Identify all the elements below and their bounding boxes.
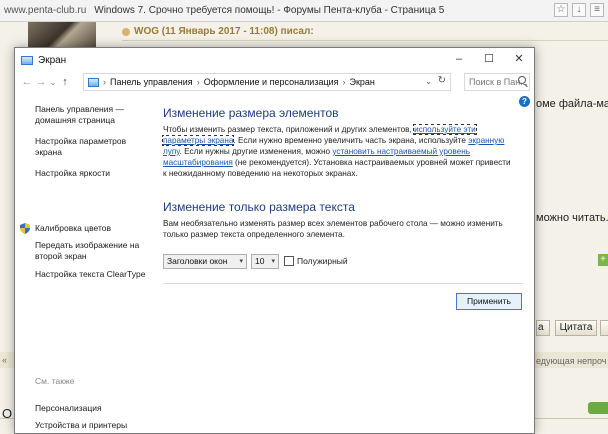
font-size-value: 10 bbox=[255, 256, 265, 266]
divider bbox=[163, 283, 523, 284]
browser-url[interactable]: www.penta-club.ru bbox=[4, 5, 86, 16]
section-heading-scale: Изменение размера элементов bbox=[163, 106, 339, 120]
next-unread-link[interactable]: едующая непроч bbox=[536, 356, 606, 366]
sidebar-item-home[interactable]: Панель управления — домашняя страница bbox=[35, 104, 147, 126]
forum-text-fragment: оме файла-ман bbox=[536, 98, 608, 110]
element-select[interactable]: Заголовки окон ▾ bbox=[163, 254, 247, 269]
chevron-right-icon[interactable]: › bbox=[197, 77, 200, 87]
minimize-button[interactable]: – bbox=[444, 48, 474, 70]
browser-tab-bar: www.penta-club.ru Windows 7. Срочно треб… bbox=[0, 0, 608, 22]
main-content: ? Изменение размера элементов Чтобы изме… bbox=[162, 92, 534, 433]
sidebar-item-cleartype[interactable]: Настройка текста ClearType bbox=[35, 269, 147, 280]
display-settings-window: Экран – ☐ ✕ ← → ⌄ ↑ › Панель управления … bbox=[14, 47, 535, 434]
forward-arrow-icon[interactable]: → bbox=[34, 76, 48, 88]
apply-button[interactable]: Применить bbox=[456, 293, 522, 310]
quote-button[interactable]: Цитата bbox=[555, 320, 597, 336]
bold-label: Полужирный bbox=[297, 256, 348, 266]
refresh-icon[interactable]: ↻ bbox=[438, 75, 446, 86]
sidebar-item-devices-printers[interactable]: Устройства и принтеры bbox=[35, 420, 147, 431]
chevron-down-icon: ▾ bbox=[239, 258, 243, 265]
bold-checkbox[interactable] bbox=[284, 256, 294, 266]
section-heading-text-size: Изменение только размера текста bbox=[163, 200, 355, 214]
post-bullet-icon bbox=[122, 27, 130, 36]
sidebar-item-personalization[interactable]: Персонализация bbox=[35, 403, 147, 414]
sidebar-item-color-calibration[interactable]: Калибровка цветов bbox=[35, 223, 147, 234]
up-arrow-icon[interactable]: ↑ bbox=[58, 76, 72, 88]
breadcrumb-item[interactable]: Панель управления bbox=[110, 77, 193, 87]
breadcrumb-item[interactable]: Оформление и персонализация bbox=[204, 77, 339, 87]
see-also-title: См. также bbox=[35, 376, 75, 386]
sidebar-item-display-settings[interactable]: Настройка параметров экрана bbox=[35, 136, 147, 158]
navigation-bar: ← → ⌄ ↑ › Панель управления › Оформление… bbox=[15, 72, 534, 92]
back-arrow-icon[interactable]: ← bbox=[20, 76, 34, 88]
chevron-right-icon[interactable]: › bbox=[343, 77, 346, 87]
control-panel-icon bbox=[88, 77, 99, 87]
search-icon[interactable] bbox=[518, 76, 526, 84]
font-size-select[interactable]: 10 ▾ bbox=[251, 254, 279, 269]
feedback-tab[interactable] bbox=[588, 402, 608, 414]
text-size-description: Вам необязательно изменять размер всех э… bbox=[163, 219, 503, 239]
forum-button[interactable]: а bbox=[536, 320, 550, 336]
search-input[interactable]: Поиск в Пан... bbox=[464, 73, 530, 91]
window-title: Экран bbox=[38, 54, 67, 66]
maximize-button[interactable]: ☐ bbox=[474, 48, 504, 70]
address-bar[interactable]: › Панель управления › Оформление и персо… bbox=[83, 73, 451, 91]
shield-icon bbox=[20, 223, 30, 234]
monitor-icon bbox=[21, 55, 33, 65]
sidebar-item-project[interactable]: Передать изображение на второй экран bbox=[35, 240, 147, 262]
chevron-down-icon: ▾ bbox=[271, 258, 275, 265]
menu-icon[interactable]: ≡ bbox=[590, 3, 604, 17]
breadcrumb-item[interactable]: Экран bbox=[350, 77, 375, 87]
scale-description: Чтобы изменить размер текста, приложений… bbox=[162, 124, 511, 178]
post-header-text: WOG (11 Январь 2017 - 11:08) писал: bbox=[134, 26, 314, 37]
title-bar[interactable]: Экран – ☐ ✕ bbox=[15, 48, 534, 72]
help-icon[interactable]: ? bbox=[519, 96, 530, 107]
element-select-value: Заголовки окон bbox=[167, 256, 228, 266]
divider bbox=[122, 40, 608, 41]
chevron-down-icon[interactable]: ⌄ bbox=[425, 77, 432, 86]
browser-page-title: Windows 7. Срочно требуется помощь! - Фо… bbox=[94, 5, 445, 16]
download-icon[interactable]: ↓ bbox=[572, 3, 586, 17]
chevron-left-icon[interactable]: « bbox=[2, 355, 7, 365]
post-header: WOG (11 Январь 2017 - 11:08) писал: bbox=[122, 26, 314, 37]
bookmark-icon[interactable]: ☆ bbox=[554, 3, 568, 17]
sidebar: Панель управления — домашняя страница На… bbox=[15, 92, 155, 433]
sidebar-item-brightness[interactable]: Настройка яркости bbox=[35, 168, 147, 179]
forum-text-fragment: можно читать. bbox=[536, 212, 608, 224]
chevron-down-icon[interactable]: ⌄ bbox=[48, 78, 58, 87]
close-button[interactable]: ✕ bbox=[504, 48, 534, 70]
plus-icon[interactable]: + bbox=[598, 254, 608, 266]
forum-button[interactable] bbox=[600, 320, 608, 336]
browser-toolbar-icons: ☆ ↓ ≡ bbox=[554, 3, 604, 17]
chevron-right-icon[interactable]: › bbox=[103, 77, 106, 87]
